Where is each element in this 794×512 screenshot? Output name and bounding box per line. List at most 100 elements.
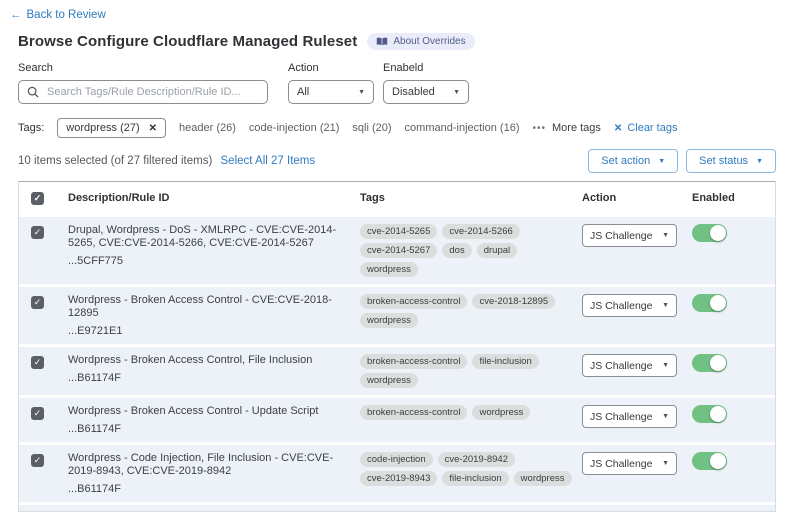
column-header-tags: Tags	[360, 192, 582, 204]
tag-pill: broken-access-control	[360, 294, 467, 309]
enabled-toggle[interactable]	[692, 294, 727, 312]
column-header-description: Description/Rule ID	[68, 192, 360, 204]
rule-description: Wordpress - Broken Access Control - CVE:…	[68, 294, 344, 320]
caret-down-icon: ▼	[453, 89, 460, 96]
column-header-enabled: Enabled	[692, 192, 775, 204]
tag-option-command-injection[interactable]: command-injection (16)	[405, 122, 520, 134]
checkmark-icon: ✓	[34, 408, 42, 419]
enabled-toggle[interactable]	[692, 224, 727, 242]
caret-down-icon: ▼	[658, 158, 665, 165]
rule-id: ...B61174F	[68, 483, 344, 495]
search-filter-group: Search	[18, 62, 268, 104]
tag-pill: wordpress	[472, 405, 530, 420]
tag-option-code-injection[interactable]: code-injection (21)	[249, 122, 340, 134]
caret-down-icon: ▼	[662, 232, 669, 239]
toggle-knob	[710, 453, 726, 469]
table-body: ✓ Drupal, Wordpress - DoS - XMLRPC - CVE…	[19, 217, 775, 502]
book-icon	[376, 37, 388, 46]
selected-tag-chip[interactable]: wordpress (27) ✕	[57, 118, 166, 138]
page-title: Browse Configure Cloudflare Managed Rule…	[18, 33, 357, 50]
tag-option-header[interactable]: header (26)	[179, 122, 236, 134]
tag-pill: wordpress	[514, 471, 572, 486]
close-icon: ✕	[614, 123, 622, 134]
row-action-value: JS Challenge	[590, 300, 652, 312]
filters-bar: Search Action All ▼ Enabeld Disabled ▼	[18, 62, 776, 104]
table-header-row: ✓ Description/Rule ID Tags Action Enable…	[19, 182, 775, 214]
row-action-select[interactable]: JS Challenge ▼	[582, 452, 677, 475]
tag-pill: code-injection	[360, 452, 433, 467]
search-label: Search	[18, 62, 268, 74]
caret-down-icon: ▼	[756, 158, 763, 165]
checkmark-icon: ✓	[34, 455, 42, 466]
action-filter-value: All	[297, 86, 309, 98]
row-action-select[interactable]: JS Challenge ▼	[582, 224, 677, 247]
back-row: ← Back to Review	[0, 0, 794, 21]
ellipsis-icon: •••	[532, 123, 546, 134]
caret-down-icon: ▼	[662, 460, 669, 467]
tag-list: code-injection cve-2019-8942cve-2019-8943…	[360, 452, 582, 486]
clear-tags-label: Clear tags	[627, 122, 677, 134]
row-checkbox[interactable]: ✓	[31, 407, 44, 420]
tag-pill: cve-2019-8942	[438, 452, 515, 467]
toggle-knob	[710, 295, 726, 311]
more-tags-button[interactable]: ••• More tags	[532, 122, 600, 134]
rules-table: ✓ Description/Rule ID Tags Action Enable…	[18, 181, 776, 512]
table-row: ✓ Wordpress - Code Injection, File Inclu…	[19, 445, 775, 502]
row-checkbox[interactable]: ✓	[31, 356, 44, 369]
select-all-checkbox[interactable]: ✓	[31, 192, 44, 205]
row-checkbox[interactable]: ✓	[31, 454, 44, 467]
select-all-link[interactable]: Select All 27 Items	[221, 155, 316, 167]
row-checkbox[interactable]: ✓	[31, 226, 44, 239]
set-status-label: Set status	[699, 155, 748, 167]
caret-down-icon: ▼	[662, 413, 669, 420]
clear-tags-button[interactable]: ✕ Clear tags	[614, 122, 678, 134]
about-overrides-badge[interactable]: About Overrides	[367, 33, 474, 50]
caret-down-icon: ▼	[662, 302, 669, 309]
row-checkbox[interactable]: ✓	[31, 296, 44, 309]
rule-id: ...E9721E1	[68, 325, 344, 337]
toggle-knob	[710, 406, 726, 422]
set-action-button[interactable]: Set action ▼	[588, 149, 678, 173]
table-row: ✓ Wordpress - Broken Access Control - Up…	[19, 398, 775, 442]
back-link[interactable]: ← Back to Review	[10, 9, 106, 21]
set-status-button[interactable]: Set status ▼	[686, 149, 776, 173]
row-action-select[interactable]: JS Challenge ▼	[582, 294, 677, 317]
tag-pill: cve-2014-5266	[442, 224, 519, 239]
more-tags-label: More tags	[552, 122, 601, 134]
tag-list: broken-access-controlcve-2018-12895wordp…	[360, 294, 582, 328]
about-overrides-label: About Overrides	[393, 36, 465, 47]
row-action-select[interactable]: JS Challenge ▼	[582, 405, 677, 428]
enabled-toggle[interactable]	[692, 452, 727, 470]
search-icon	[27, 86, 39, 98]
row-action-select[interactable]: JS Challenge ▼	[582, 354, 677, 377]
rule-description: Wordpress - Code Injection, File Inclusi…	[68, 452, 344, 478]
title-row: Browse Configure Cloudflare Managed Rule…	[18, 33, 776, 50]
tag-pill: cve-2019-8943	[360, 471, 437, 486]
enabled-filter-select[interactable]: Disabled ▼	[383, 80, 469, 104]
tag-pill: broken-access-control	[360, 405, 467, 420]
tags-bar: Tags: wordpress (27) ✕ header (26) code-…	[18, 118, 776, 138]
row-action-value: JS Challenge	[590, 360, 652, 372]
tag-list: broken-access-controlfile-inclusionwordp…	[360, 354, 582, 388]
tag-pill: dos	[442, 243, 471, 258]
table-row-partial	[19, 505, 775, 511]
rule-id: ...5CFF775	[68, 255, 344, 267]
tag-list: broken-access-control wordpress	[360, 405, 582, 420]
remove-tag-icon[interactable]: ✕	[149, 123, 157, 134]
selection-summary: 10 items selected (of 27 filtered items)	[18, 155, 212, 167]
arrow-left-icon: ←	[10, 9, 22, 21]
row-action-value: JS Challenge	[590, 458, 652, 470]
row-action-value: JS Challenge	[590, 411, 652, 423]
enabled-toggle[interactable]	[692, 354, 727, 372]
checkmark-icon: ✓	[34, 297, 42, 308]
tag-option-sqli[interactable]: sqli (20)	[352, 122, 391, 134]
enabled-toggle[interactable]	[692, 405, 727, 423]
tag-pill: cve-2014-5267	[360, 243, 437, 258]
tag-pill: cve-2014-5265	[360, 224, 437, 239]
enabled-filter-group: Enabeld Disabled ▼	[383, 62, 469, 104]
search-input[interactable]	[45, 85, 259, 99]
tag-pill: drupal	[477, 243, 517, 258]
checkmark-icon: ✓	[34, 357, 42, 368]
tag-pill: wordpress	[360, 373, 418, 388]
action-filter-select[interactable]: All ▼	[288, 80, 374, 104]
